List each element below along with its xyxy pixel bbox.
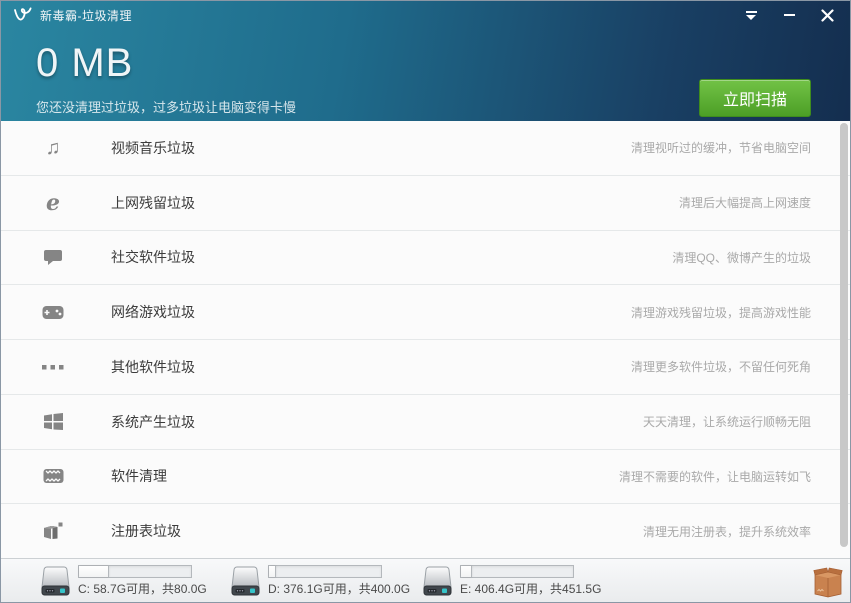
- disk-label: D: 376.1G可用，共400.0G: [268, 582, 411, 596]
- disk-status-e: E: 406.4G可用，共451.5G: [421, 565, 601, 597]
- disk-status-c: C: 58.7G可用，共80.0G: [39, 565, 207, 597]
- music-note-icon: ♫: [45, 136, 61, 159]
- category-desc: 清理后大幅提高上网速度: [678, 196, 811, 211]
- recycle-box-button[interactable]: [813, 565, 843, 598]
- minimize-icon: [783, 14, 795, 16]
- close-icon: [820, 8, 834, 22]
- hard-drive-icon: [231, 566, 260, 596]
- category-desc: 清理视听过的缓冲，节省电脑空间: [630, 141, 811, 156]
- category-title: 网络游戏垃圾: [111, 304, 195, 321]
- category-title: 软件清理: [111, 468, 167, 485]
- category-desc: 天天清理，让系统运行顺畅无阻: [642, 415, 811, 430]
- category-desc: 清理游戏残留垃圾，提高游戏性能: [630, 305, 811, 320]
- hard-drive-icon: [423, 566, 452, 596]
- disk-usage-bar: [78, 565, 192, 578]
- windows-logo-icon: [37, 413, 69, 431]
- category-row-software-cleanup[interactable]: 软件清理 清理不需要的软件，让电脑运转如飞: [1, 449, 850, 505]
- ie-browser-icon: e: [46, 189, 60, 216]
- category-desc: 清理更多软件垃圾，不留任何死角: [630, 360, 811, 375]
- category-row-social-apps[interactable]: 社交软件垃圾 清理QQ、微博产生的垃圾: [1, 230, 850, 286]
- category-title: 社交软件垃圾: [111, 249, 195, 266]
- category-title: 上网残留垃圾: [111, 194, 195, 211]
- category-row-video-music[interactable]: ♫ 视频音乐垃圾 清理视听过的缓冲，节省电脑空间: [1, 121, 850, 176]
- disk-status-d: D: 376.1G可用，共400.0G: [229, 565, 410, 597]
- junk-category-list: ♫ 视频音乐垃圾 清理视听过的缓冲，节省电脑空间 e 上网残留垃圾 清理后大幅提…: [1, 121, 850, 558]
- category-row-other-software[interactable]: 其他软件垃圾 清理更多软件垃圾，不留任何死角: [1, 340, 850, 395]
- status-bar: C: 58.7G可用，共80.0G D: 376.1G可用，共400.0G E:…: [1, 558, 850, 602]
- scrollbar-thumb[interactable]: [840, 123, 848, 547]
- main-menu-button[interactable]: [740, 5, 762, 25]
- category-title: 视频音乐垃圾: [111, 139, 195, 156]
- category-desc: 清理无用注册表，提升系统效率: [642, 524, 811, 539]
- hard-drive-icon: [41, 566, 70, 596]
- ellipsis-icon: [37, 364, 69, 370]
- window-title: 新毒霸-垃圾清理: [40, 8, 132, 23]
- disk-usage-bar: [268, 565, 382, 578]
- app-window: 新毒霸-垃圾清理 0 MB 您还没清理过垃圾，过多垃圾让电脑变得卡慢 立即扫描 …: [0, 0, 851, 603]
- gamepad-icon: [37, 305, 69, 320]
- chat-bubble-icon: [37, 248, 69, 266]
- category-row-registry-junk[interactable]: 注册表垃圾 清理无用注册表，提升系统效率: [1, 504, 850, 558]
- category-desc: 清理QQ、微博产生的垃圾: [672, 250, 811, 265]
- scan-now-button[interactable]: 立即扫描: [699, 79, 811, 117]
- duba-logo-icon: [14, 7, 32, 21]
- disk-usage-fill: [269, 566, 276, 577]
- disk-usage-fill: [461, 566, 473, 577]
- disk-usage-fill: [79, 566, 110, 577]
- header: 新毒霸-垃圾清理 0 MB 您还没清理过垃圾，过多垃圾让电脑变得卡慢 立即扫描: [1, 1, 850, 121]
- close-button[interactable]: [816, 5, 838, 25]
- registry-cube-icon: [37, 522, 69, 541]
- titlebar: 新毒霸-垃圾清理: [1, 1, 850, 29]
- disk-usage-bar: [460, 565, 574, 578]
- software-box-icon: [37, 468, 69, 484]
- category-title: 注册表垃圾: [111, 523, 181, 540]
- window-controls: [740, 5, 838, 25]
- category-desc: 清理不需要的软件，让电脑运转如飞: [618, 469, 811, 484]
- minimize-button[interactable]: [778, 5, 800, 25]
- category-title: 其他软件垃圾: [111, 358, 195, 375]
- category-row-web-residue[interactable]: e 上网残留垃圾 清理后大幅提高上网速度: [1, 175, 850, 231]
- disk-label: E: 406.4G可用，共451.5G: [460, 582, 602, 596]
- category-row-online-games[interactable]: 网络游戏垃圾 清理游戏残留垃圾，提高游戏性能: [1, 285, 850, 340]
- disk-label: C: 58.7G可用，共80.0G: [78, 582, 207, 596]
- category-title: 系统产生垃圾: [111, 413, 195, 430]
- hero-section: 0 MB 您还没清理过垃圾，过多垃圾让电脑变得卡慢 立即扫描: [1, 29, 850, 117]
- menu-icon: [745, 10, 757, 20]
- category-row-system-junk[interactable]: 系统产生垃圾 天天清理，让系统运行顺畅无阻: [1, 394, 850, 450]
- cardboard-box-icon: [813, 567, 843, 598]
